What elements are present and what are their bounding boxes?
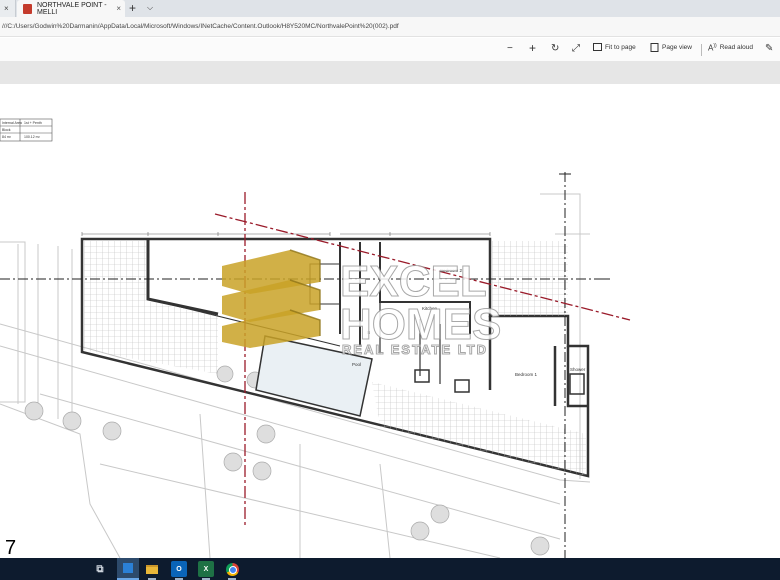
fit-page-icon — [593, 43, 602, 51]
page-view-button[interactable]: Page view — [650, 43, 692, 52]
close-icon[interactable]: × — [4, 4, 9, 13]
minus-icon: − — [507, 43, 513, 54]
label-pool: Pool — [352, 362, 361, 367]
taskbar: ⧉ O X — [0, 558, 780, 580]
toolbar-divider — [701, 44, 702, 56]
chevron-down-icon[interactable]: ⌵ — [147, 3, 153, 13]
read-aloud-label: Read aloud — [719, 44, 753, 52]
chrome-logo — [225, 562, 239, 576]
floor-plan-drawing: Kitchen Bedroom 2 Bedroom 1 Pool Shower … — [0, 118, 631, 558]
rotate-button[interactable]: ↻ — [551, 43, 559, 54]
url-text[interactable]: ///C:/Users/Godwin%20Darmanin/AppData/Lo… — [2, 23, 399, 30]
table-cell: 100.12 m² — [24, 135, 41, 139]
edge-browser-icon[interactable] — [117, 558, 139, 580]
rotate-icon: ↻ — [551, 43, 560, 54]
zoom-out-button[interactable]: − — [507, 43, 513, 54]
table-cell: Internal Area — [2, 121, 22, 125]
watermark-line1: EXCEL — [340, 257, 487, 306]
label-bedroom1: Bedroom 1 — [515, 372, 538, 377]
table-cell: Block — [2, 128, 11, 132]
expand-icon: ⤢ — [572, 43, 580, 54]
table-cell: 1st + Penth — [24, 121, 42, 125]
pdf-page[interactable]: Kitchen Bedroom 2 Bedroom 1 Pool Shower … — [0, 84, 780, 559]
excel-icon[interactable]: X — [198, 561, 214, 577]
table-cell: 84 m² — [2, 135, 12, 139]
task-view-icon[interactable]: ⧉ — [92, 561, 108, 577]
folder-icon — [146, 564, 158, 574]
outlook-icon[interactable]: O — [171, 561, 187, 577]
new-tab-button[interactable]: + — [129, 1, 136, 15]
fit-to-page-label: Fit to page — [605, 43, 636, 51]
read-aloud-button[interactable]: A)) Read aloud — [708, 43, 753, 53]
tab-active[interactable]: NORTHVALE POINT - MELLI × — [17, 0, 125, 17]
tab-strip: × NORTHVALE POINT - MELLI × + ⌵ — [0, 0, 780, 17]
page-view-icon — [650, 43, 659, 52]
page-number: 7 — [5, 537, 17, 559]
close-icon[interactable]: × — [116, 4, 121, 13]
fullscreen-button[interactable]: ⤢ — [572, 43, 580, 54]
edge-icon — [123, 563, 133, 573]
file-explorer-icon[interactable] — [144, 561, 160, 577]
area-table: Internal Area 1st + Penth Block 84 m² 10… — [0, 118, 53, 142]
read-aloud-icon: A)) — [708, 43, 717, 53]
chrome-icon[interactable] — [224, 561, 240, 577]
watermark-text: EXCEL HOMES REAL ESTATE LTD — [340, 257, 502, 358]
pdf-toolbar: − + ↻ ⤢ Fit to page Page view A)) Read a… — [0, 38, 780, 62]
fit-to-page-button[interactable]: Fit to page — [593, 43, 636, 51]
watermark-line3: REAL ESTATE LTD — [342, 342, 488, 357]
label-shower: Shower — [570, 367, 586, 372]
plus-icon: + — [529, 41, 537, 55]
draw-button[interactable]: ✎ — [765, 43, 773, 54]
terrace-left — [84, 241, 218, 374]
tab-title: NORTHVALE POINT - MELLI — [37, 1, 107, 16]
page-view-label: Page view — [662, 44, 692, 51]
pen-icon: ✎ — [765, 43, 774, 54]
pdf-icon — [23, 3, 32, 14]
watermark-logo — [222, 249, 321, 348]
address-bar[interactable]: ///C:/Users/Godwin%20Darmanin/AppData/Lo… — [0, 17, 780, 37]
tab-previous[interactable]: × — [0, 0, 16, 17]
zoom-in-button[interactable]: + — [529, 41, 536, 55]
